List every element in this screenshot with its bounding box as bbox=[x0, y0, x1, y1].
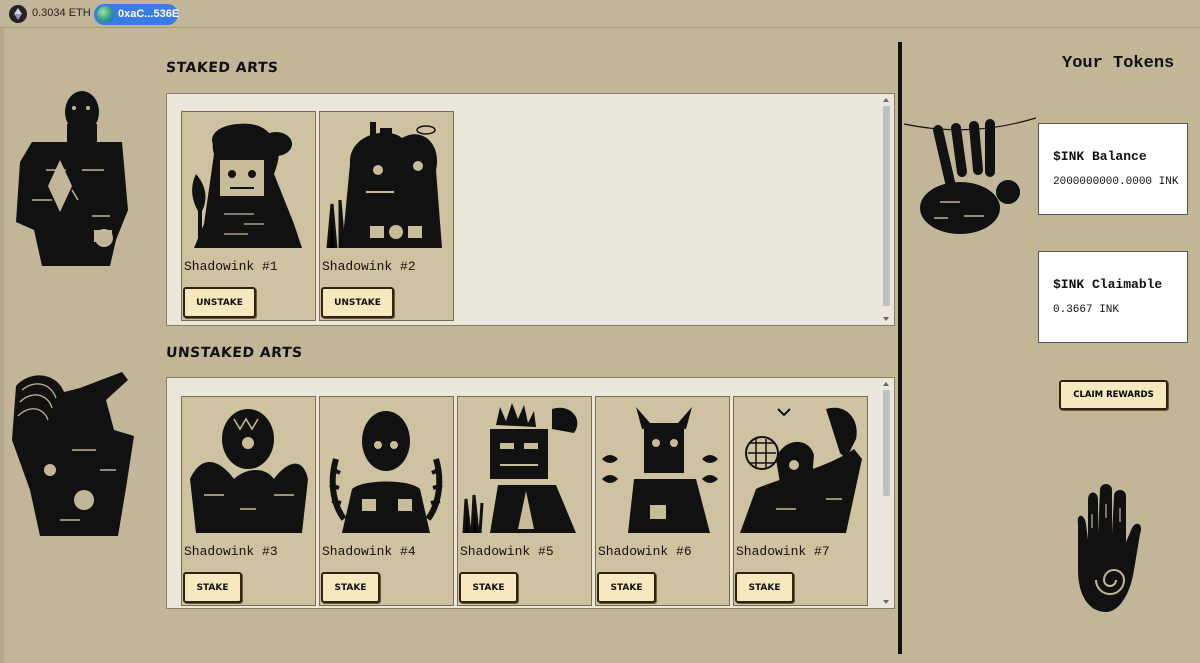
nft-artwork bbox=[184, 114, 313, 248]
nft-name: Shadowink #1 bbox=[184, 259, 278, 274]
account-avatar bbox=[97, 6, 114, 23]
frame-edge bbox=[0, 28, 4, 663]
nft-name: Shadowink #6 bbox=[598, 544, 692, 559]
staked-scrollbar[interactable] bbox=[881, 96, 892, 323]
ink-claimable-card: $INK Claimable 0.3667 INK bbox=[1038, 251, 1188, 343]
nft-name: Shadowink #3 bbox=[184, 544, 278, 559]
nft-artwork bbox=[460, 399, 589, 533]
nft-card: Shadowink #2 UNSTAKE bbox=[319, 111, 454, 321]
scroll-thumb[interactable] bbox=[883, 390, 890, 496]
nft-artwork bbox=[736, 399, 865, 533]
ink-balance-value: 2000000000.0000 INK bbox=[1053, 176, 1179, 188]
stake-button[interactable]: STAKE bbox=[183, 572, 242, 603]
puzzle-figure-illustration-2 bbox=[12, 372, 134, 536]
nft-name: Shadowink #5 bbox=[460, 544, 554, 559]
scroll-down-icon[interactable] bbox=[883, 317, 889, 321]
staked-arts-panel: Shadowink #1 UNSTAKE Shadowink #2 UNSTAK… bbox=[166, 93, 895, 326]
ink-claimable-value: 0.3667 INK bbox=[1053, 304, 1120, 316]
wallet-bar: 0.3034 ETH 0xaC...536E bbox=[0, 0, 1200, 28]
puzzle-figure-illustration bbox=[16, 91, 128, 266]
nft-artwork bbox=[184, 399, 313, 533]
claim-rewards-button[interactable]: CLAIM REWARDS bbox=[1059, 380, 1168, 410]
unstake-button[interactable]: UNSTAKE bbox=[183, 287, 256, 318]
nft-card: Shadowink #7 STAKE bbox=[733, 396, 868, 606]
unstaked-arts-title: UNSTAKED ARTS bbox=[165, 345, 304, 361]
ink-balance-label: $INK Balance bbox=[1053, 149, 1147, 164]
eth-balance: 0.3034 ETH bbox=[32, 7, 91, 19]
nft-card: Shadowink #3 STAKE bbox=[181, 396, 316, 606]
nft-card: Shadowink #4 STAKE bbox=[319, 396, 454, 606]
staked-arts-title: STAKED ARTS bbox=[165, 60, 279, 76]
vertical-divider bbox=[898, 42, 902, 654]
ink-balance-card: $INK Balance 2000000000.0000 INK bbox=[1038, 123, 1188, 215]
account-button[interactable]: 0xaC...536E bbox=[94, 4, 180, 25]
nft-name: Shadowink #2 bbox=[322, 259, 416, 274]
nft-card: Shadowink #1 UNSTAKE bbox=[181, 111, 316, 321]
stake-button[interactable]: STAKE bbox=[459, 572, 518, 603]
nft-artwork bbox=[598, 399, 727, 533]
scroll-up-icon[interactable] bbox=[883, 98, 889, 102]
nft-name: Shadowink #4 bbox=[322, 544, 416, 559]
scroll-down-icon[interactable] bbox=[883, 600, 889, 604]
ink-claimable-label: $INK Claimable bbox=[1053, 277, 1163, 292]
stake-button[interactable]: STAKE bbox=[597, 572, 656, 603]
account-address: 0xaC...536E bbox=[118, 8, 180, 20]
scroll-thumb[interactable] bbox=[883, 106, 890, 306]
nft-name: Shadowink #7 bbox=[736, 544, 830, 559]
unstaked-arts-panel: Shadowink #3 STAKE Shadowink #4 STAKE Sh… bbox=[166, 377, 895, 609]
hand-spiral-illustration bbox=[1077, 484, 1142, 612]
nft-artwork bbox=[322, 114, 451, 248]
nft-card: Shadowink #5 STAKE bbox=[457, 396, 592, 606]
unstake-button[interactable]: UNSTAKE bbox=[321, 287, 394, 318]
hanging-figure-illustration bbox=[904, 117, 1036, 234]
nft-card: Shadowink #6 STAKE bbox=[595, 396, 730, 606]
stake-button[interactable]: STAKE bbox=[735, 572, 794, 603]
unstaked-scrollbar[interactable] bbox=[881, 380, 892, 606]
nft-artwork bbox=[322, 399, 451, 533]
your-tokens-title: Your Tokens bbox=[1062, 54, 1175, 73]
scroll-up-icon[interactable] bbox=[883, 382, 889, 386]
stake-button[interactable]: STAKE bbox=[321, 572, 380, 603]
ethereum-icon bbox=[9, 5, 27, 23]
